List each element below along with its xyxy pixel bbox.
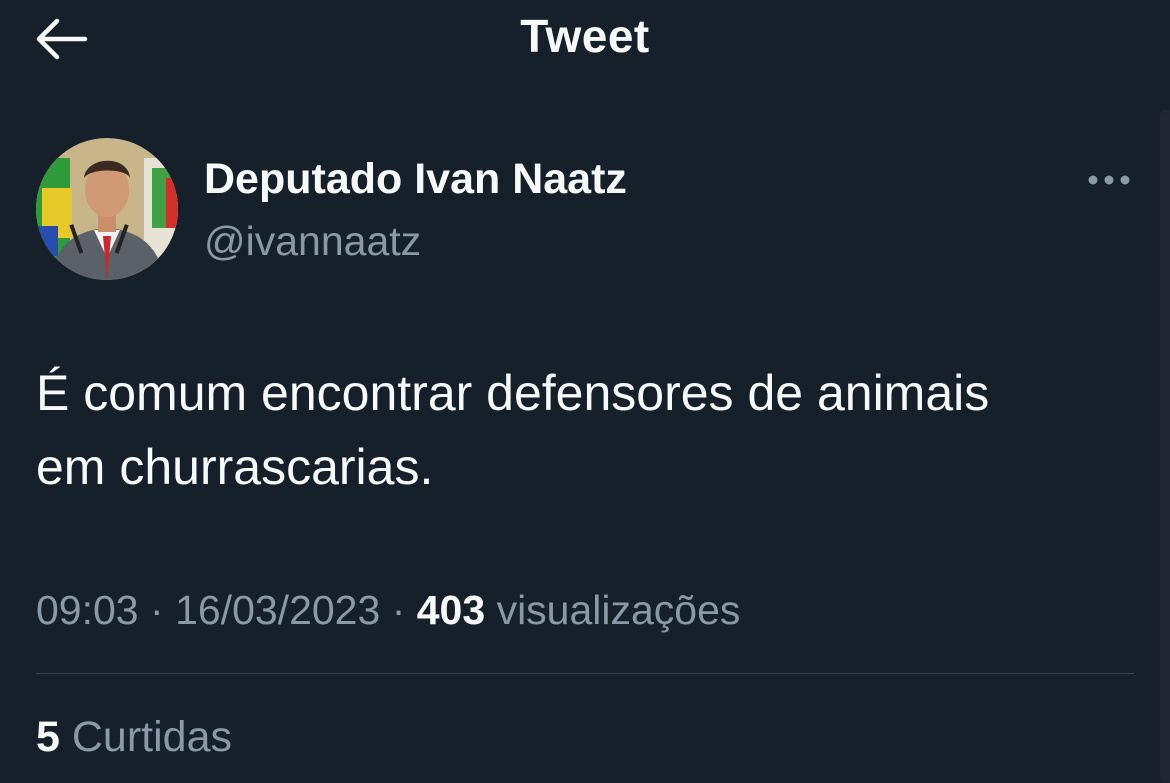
tweet-date[interactable]: 16/03/2023	[175, 587, 380, 633]
views-count: 403	[416, 587, 486, 633]
likes-count: 5	[36, 713, 60, 761]
meta-separator: ·	[391, 587, 406, 633]
views-label: visualizações	[496, 587, 741, 633]
scrollbar[interactable]	[1160, 110, 1170, 783]
profile-photo	[36, 138, 178, 280]
top-bar: Tweet	[0, 0, 1170, 80]
tweet-detail-screen: Tweet Deputado Ivan Naatz @ivannaatz É c…	[0, 0, 1170, 783]
meta-separator: ·	[150, 587, 164, 633]
avatar[interactable]	[36, 138, 178, 280]
ellipsis-icon	[1088, 175, 1130, 185]
likes-label: Curtidas	[71, 713, 232, 761]
divider	[36, 673, 1134, 674]
tweet-text: É comum encontrar defensores de animais …	[36, 356, 1126, 504]
tweet-text-line: É comum encontrar defensores de animais	[36, 365, 990, 421]
page-title: Tweet	[520, 10, 650, 62]
author-handle[interactable]: @ivannaatz	[204, 214, 421, 268]
more-options-button[interactable]	[1080, 160, 1138, 200]
tweet-meta: 09:03 · 16/03/2023 · 403 visualizações	[36, 580, 740, 640]
tweet-text-line: em churrascarias.	[36, 439, 434, 495]
author-display-name[interactable]: Deputado Ivan Naatz	[204, 152, 627, 206]
tweet-time[interactable]: 09:03	[36, 587, 139, 633]
likes-link[interactable]: 5 Curtidas	[36, 708, 232, 766]
